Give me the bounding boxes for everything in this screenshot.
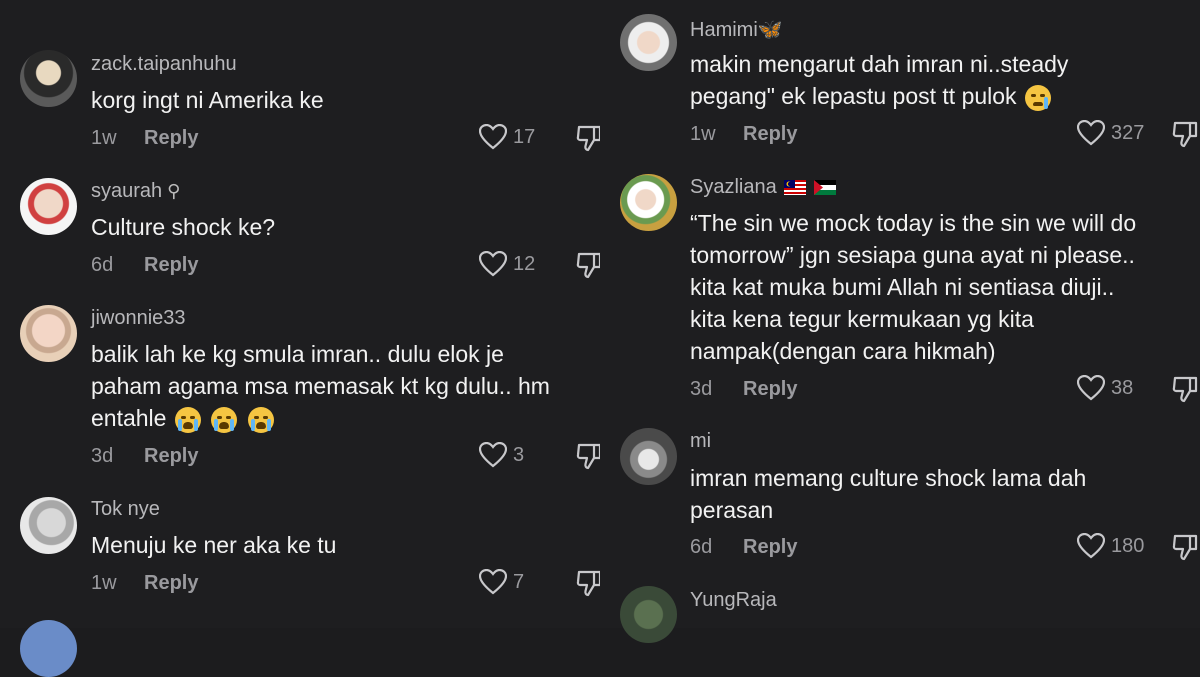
comment-age: 3d bbox=[91, 445, 114, 467]
avatar[interactable] bbox=[620, 428, 677, 485]
comment-text: balik lah ke kg smula imran.. dulu elok … bbox=[91, 338, 611, 434]
comment-username[interactable]: YungRaja bbox=[690, 589, 777, 612]
crying-emoji-icon bbox=[174, 406, 201, 433]
dislike-icon bbox=[576, 443, 602, 470]
reply-button[interactable]: Reply bbox=[144, 445, 198, 468]
like-count: 180 bbox=[1111, 534, 1145, 557]
comment-text: Menuju ke ner aka ke tu bbox=[91, 532, 337, 558]
comment-age: 1w bbox=[91, 572, 117, 594]
like-count: 12 bbox=[513, 252, 536, 275]
dislike-icon bbox=[576, 125, 602, 152]
comment-text-line: “The sin we mock today is the sin we wil… bbox=[690, 210, 1137, 236]
comment-age: 6d bbox=[690, 536, 713, 558]
like-count: 3 bbox=[513, 443, 525, 466]
comment-username[interactable]: zack.taipanhuhu bbox=[91, 53, 237, 76]
comment-username[interactable]: Tok nye bbox=[91, 498, 160, 521]
heart-icon bbox=[1077, 375, 1105, 401]
comment-text-line: paham agama msa memasak kt kg dulu.. hm bbox=[91, 373, 550, 399]
comment-username[interactable]: mi bbox=[690, 430, 711, 453]
comment-username[interactable]: Hamimi🦋 bbox=[690, 17, 783, 42]
right-comment-column: Hamimi🦋 makin mengarut dah imran ni..ste… bbox=[600, 0, 1200, 643]
comment-text-line: kita kat muka bumi Allah ni sentiasa diu… bbox=[690, 274, 1115, 300]
avatar[interactable] bbox=[20, 305, 77, 362]
comment-age: 1w bbox=[690, 123, 716, 145]
dislike-icon bbox=[576, 570, 602, 597]
comment-text-line: kita kena tegur kermukaan yg kita bbox=[690, 306, 1034, 332]
dislike-button[interactable] bbox=[576, 124, 602, 157]
comment-text: imran memang culture shock lama dah pera… bbox=[690, 462, 1200, 526]
heart-icon bbox=[479, 569, 507, 595]
comment-age: 3d bbox=[690, 378, 713, 400]
crying-face-emoji-icon bbox=[1024, 84, 1051, 111]
comment-text-line: perasan bbox=[690, 497, 774, 523]
avatar[interactable] bbox=[20, 50, 77, 107]
reply-button[interactable]: Reply bbox=[144, 254, 198, 277]
heart-icon bbox=[1077, 533, 1105, 559]
comment-text-line: imran memang culture shock lama dah bbox=[690, 465, 1087, 491]
reply-button[interactable]: Reply bbox=[144, 572, 198, 595]
like-button[interactable]: 12 bbox=[479, 251, 535, 277]
comment-text: Culture shock ke? bbox=[91, 214, 276, 240]
avatar[interactable] bbox=[620, 174, 677, 231]
avatar[interactable] bbox=[20, 497, 77, 554]
reply-button[interactable]: Reply bbox=[743, 123, 797, 146]
reply-button[interactable]: Reply bbox=[743, 536, 797, 559]
like-button[interactable]: 3 bbox=[479, 442, 524, 468]
like-count: 327 bbox=[1111, 121, 1145, 144]
avatar[interactable] bbox=[620, 14, 677, 71]
like-count: 7 bbox=[513, 570, 525, 593]
dislike-button[interactable] bbox=[576, 569, 602, 602]
comment-text: makin mengarut dah imran ni..steady pega… bbox=[690, 48, 1200, 112]
comment-text-line: balik lah ke kg smula imran.. dulu elok … bbox=[91, 341, 504, 367]
like-button[interactable]: 327 bbox=[1077, 120, 1144, 146]
comment-username[interactable]: syaurah ⚲ bbox=[91, 180, 180, 203]
heart-icon bbox=[479, 442, 507, 468]
comment-text-line: entahle bbox=[91, 402, 611, 434]
comment-text-line: makin mengarut dah imran ni..steady bbox=[690, 51, 1069, 77]
dislike-button[interactable] bbox=[1172, 120, 1198, 153]
dislike-icon bbox=[1172, 376, 1198, 403]
heart-icon bbox=[1077, 120, 1105, 146]
heart-icon bbox=[479, 251, 507, 277]
comment-text-line: tomorrow” jgn sesiapa guna ayat ni pleas… bbox=[690, 242, 1135, 268]
like-button[interactable]: 38 bbox=[1077, 375, 1133, 401]
comment-text-line: pegang" ek lepastu post tt pulok bbox=[690, 80, 1200, 112]
like-button[interactable]: 180 bbox=[1077, 533, 1144, 559]
comment-text-line: nampak(dengan cara hikmah) bbox=[690, 338, 996, 364]
dislike-button[interactable] bbox=[1172, 375, 1198, 408]
decoration-icon: ⚲ bbox=[162, 181, 181, 201]
like-count: 17 bbox=[513, 125, 536, 148]
butterfly-icon: 🦋 bbox=[757, 19, 783, 41]
reply-button[interactable]: Reply bbox=[743, 378, 797, 401]
comment-text: “The sin we mock today is the sin we wil… bbox=[690, 207, 1200, 367]
reply-button[interactable]: Reply bbox=[144, 127, 198, 150]
like-button[interactable]: 7 bbox=[479, 569, 524, 595]
dislike-button[interactable] bbox=[576, 251, 602, 284]
comment-age: 1w bbox=[91, 127, 117, 149]
left-comment-column: zack.taipanhuhu korg ingt ni Amerika ke … bbox=[0, 0, 602, 677]
palestine-flag-icon bbox=[813, 180, 836, 196]
heart-icon bbox=[479, 124, 507, 150]
dislike-icon bbox=[1172, 534, 1198, 561]
comment-username[interactable]: Syazliana bbox=[690, 176, 836, 199]
avatar[interactable] bbox=[620, 586, 677, 643]
avatar-partial[interactable] bbox=[20, 620, 77, 677]
dislike-button[interactable] bbox=[576, 442, 602, 475]
comment-text: korg ingt ni Amerika ke bbox=[91, 87, 324, 113]
like-button[interactable]: 17 bbox=[479, 124, 535, 150]
dislike-icon bbox=[576, 252, 602, 279]
dislike-icon bbox=[1172, 121, 1198, 148]
malaysia-flag-icon bbox=[784, 180, 807, 196]
comment-age: 6d bbox=[91, 254, 114, 276]
crying-emoji-icon bbox=[211, 406, 238, 433]
crying-emoji-icon bbox=[247, 406, 274, 433]
comment-username[interactable]: jiwonnie33 bbox=[91, 307, 186, 330]
avatar[interactable] bbox=[20, 178, 77, 235]
dislike-button[interactable] bbox=[1172, 533, 1198, 566]
like-count: 38 bbox=[1111, 376, 1134, 399]
